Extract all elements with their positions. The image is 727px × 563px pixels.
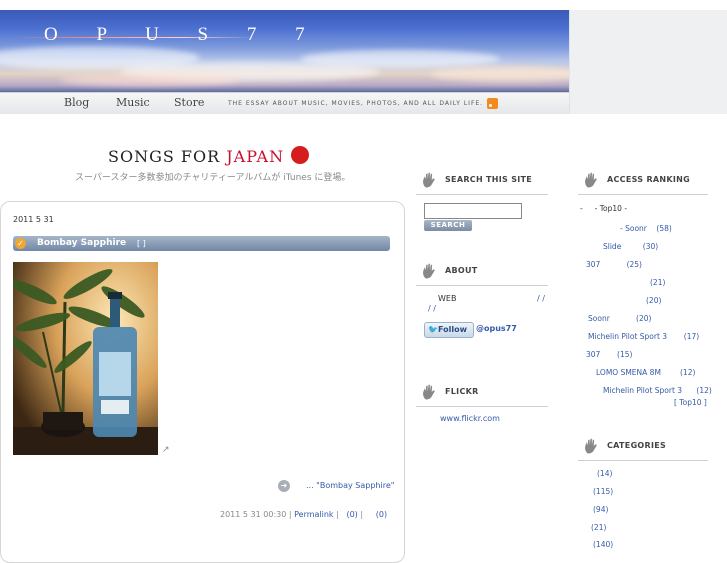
external-link-icon[interactable]: ↗ bbox=[162, 445, 170, 455]
post-meta: 2011 5 31 00:30 | Permalink | (0) | (0) bbox=[220, 510, 387, 519]
nav-store[interactable]: Store bbox=[174, 96, 204, 109]
divider bbox=[416, 406, 548, 407]
divider bbox=[578, 460, 708, 461]
divider bbox=[416, 285, 548, 286]
search-heading: SEARCH THIS SITE bbox=[445, 175, 533, 184]
ranking-item[interactable]: - Soonr (58) bbox=[620, 224, 672, 233]
site-tagline: THE ESSAY ABOUT MUSIC, MOVIES, PHOTOS, A… bbox=[228, 100, 484, 107]
ranking-label: Soonr bbox=[588, 314, 610, 323]
meta-separator: | bbox=[336, 510, 339, 519]
twitter-follow-button[interactable]: 🐦Follow bbox=[424, 322, 474, 338]
check-icon: ✓ bbox=[15, 238, 26, 249]
post-category[interactable]: [ ] bbox=[137, 239, 146, 248]
header-sky-image bbox=[0, 10, 569, 92]
about-links[interactable]: / / bbox=[537, 294, 545, 303]
ranking-item[interactable]: Slide (30) bbox=[603, 242, 658, 251]
about-heading: ABOUT bbox=[445, 266, 478, 275]
ranking-count: (15) bbox=[617, 350, 633, 359]
category-item[interactable]: (14) bbox=[597, 469, 612, 478]
nav-bar: Blog Music Store THE ESSAY ABOUT MUSIC, … bbox=[0, 92, 569, 114]
hand-icon bbox=[423, 263, 435, 279]
ranking-count: (21) bbox=[650, 278, 666, 287]
ranking-item[interactable]: (21) bbox=[650, 278, 665, 287]
ranking-item[interactable]: Michelin Pilot Sport 3 (12) bbox=[603, 386, 712, 395]
nav-blog[interactable]: Blog bbox=[64, 96, 89, 109]
ranking-intro: - - Top10 - bbox=[580, 204, 628, 213]
post-photo[interactable] bbox=[13, 262, 158, 455]
ranking-item[interactable]: Michelin Pilot Sport 3 (17) bbox=[588, 332, 699, 341]
ranking-count: (30) bbox=[642, 242, 659, 251]
permalink-link[interactable]: Permalink bbox=[294, 510, 333, 519]
meta-separator: | bbox=[360, 510, 364, 519]
ranking-item[interactable]: 307 (25) bbox=[586, 260, 642, 269]
read-more-link[interactable]: ... "Bombay Sapphire" bbox=[306, 481, 394, 490]
hand-icon bbox=[585, 172, 597, 188]
search-input[interactable] bbox=[424, 203, 522, 219]
ranking-more-link[interactable]: [ Top10 ] bbox=[674, 398, 707, 407]
hand-icon bbox=[423, 384, 435, 400]
site-header: O P U S 7 7 Blog Music Store THE ESSAY A… bbox=[0, 10, 570, 114]
rss-icon[interactable] bbox=[487, 98, 498, 109]
ranking-count: (12) bbox=[696, 386, 712, 395]
category-item[interactable]: (115) bbox=[593, 487, 613, 496]
about-links-2[interactable]: / / bbox=[428, 304, 436, 313]
ranking-count: (20) bbox=[646, 296, 662, 305]
twitter-bird-icon: 🐦 bbox=[428, 325, 438, 334]
nav-music[interactable]: Music bbox=[116, 96, 150, 109]
ranking-label: LOMO SMENA 8M bbox=[596, 368, 661, 377]
japan-flag-dot-icon bbox=[291, 146, 309, 164]
twitter-handle[interactable]: @opus77 bbox=[476, 324, 517, 333]
ranking-label: 307 bbox=[586, 350, 601, 359]
bottle-plant-photo bbox=[13, 262, 158, 455]
post-meta-time: 2011 5 31 00:30 | bbox=[220, 510, 292, 519]
site-logo[interactable]: O P U S 7 7 bbox=[44, 24, 322, 46]
ranking-label: Slide bbox=[603, 242, 622, 251]
flickr-heading: FLICKR bbox=[445, 387, 479, 396]
category-item[interactable]: (94) bbox=[593, 505, 608, 514]
ranking-label: - Soonr bbox=[620, 224, 647, 233]
ranking-item[interactable]: LOMO SMENA 8M (12) bbox=[596, 368, 695, 377]
ranking-item[interactable]: (20) bbox=[646, 296, 661, 305]
ranking-count: (17) bbox=[683, 332, 700, 341]
post-date: 2011 5 31 bbox=[13, 215, 54, 224]
ranking-count: (12) bbox=[680, 368, 696, 377]
ranking-heading: ACCESS RANKING bbox=[607, 175, 691, 184]
ranking-count: (25) bbox=[626, 260, 642, 269]
ranking-more-text: [ Top10 ] bbox=[674, 398, 707, 407]
ranking-count: (20) bbox=[636, 314, 652, 323]
songs-for-japan-subtitle[interactable]: スーパースター多数参加のチャリティーアルバムが iTunes に登場。 bbox=[75, 170, 350, 183]
post-title[interactable]: Bombay Sapphire bbox=[37, 238, 126, 248]
songs-title-a: SONGS FOR bbox=[108, 147, 227, 166]
categories-heading: CATEGORIES bbox=[607, 441, 667, 450]
trackbacks-link[interactable]: (0) bbox=[376, 510, 387, 519]
follow-label: Follow bbox=[437, 325, 467, 334]
ranking-label: Michelin Pilot Sport 3 bbox=[588, 332, 668, 341]
header-filler bbox=[570, 10, 727, 114]
hand-icon bbox=[423, 172, 435, 188]
divider bbox=[578, 194, 708, 195]
flickr-link[interactable]: www.flickr.com bbox=[440, 414, 500, 423]
ranking-intro-text: - Top10 - bbox=[594, 204, 628, 213]
comments-link[interactable]: (0) bbox=[346, 510, 357, 519]
ranking-label: 307 bbox=[586, 260, 601, 269]
arrow-right-icon[interactable]: ➜ bbox=[278, 480, 290, 492]
ranking-item[interactable]: 307 (15) bbox=[586, 350, 632, 359]
about-web: WEB bbox=[438, 294, 457, 303]
category-item[interactable]: (21) bbox=[591, 523, 606, 532]
songs-for-japan-title[interactable]: SONGS FOR JAPAN bbox=[108, 147, 284, 166]
ranking-count: (58) bbox=[656, 224, 672, 233]
hand-icon bbox=[585, 438, 597, 454]
divider bbox=[416, 194, 548, 195]
ranking-label: Michelin Pilot Sport 3 bbox=[603, 386, 683, 395]
songs-title-b: JAPAN bbox=[226, 147, 285, 166]
ranking-item[interactable]: Soonr (20) bbox=[588, 314, 651, 323]
search-button[interactable]: SEARCH bbox=[424, 220, 472, 231]
